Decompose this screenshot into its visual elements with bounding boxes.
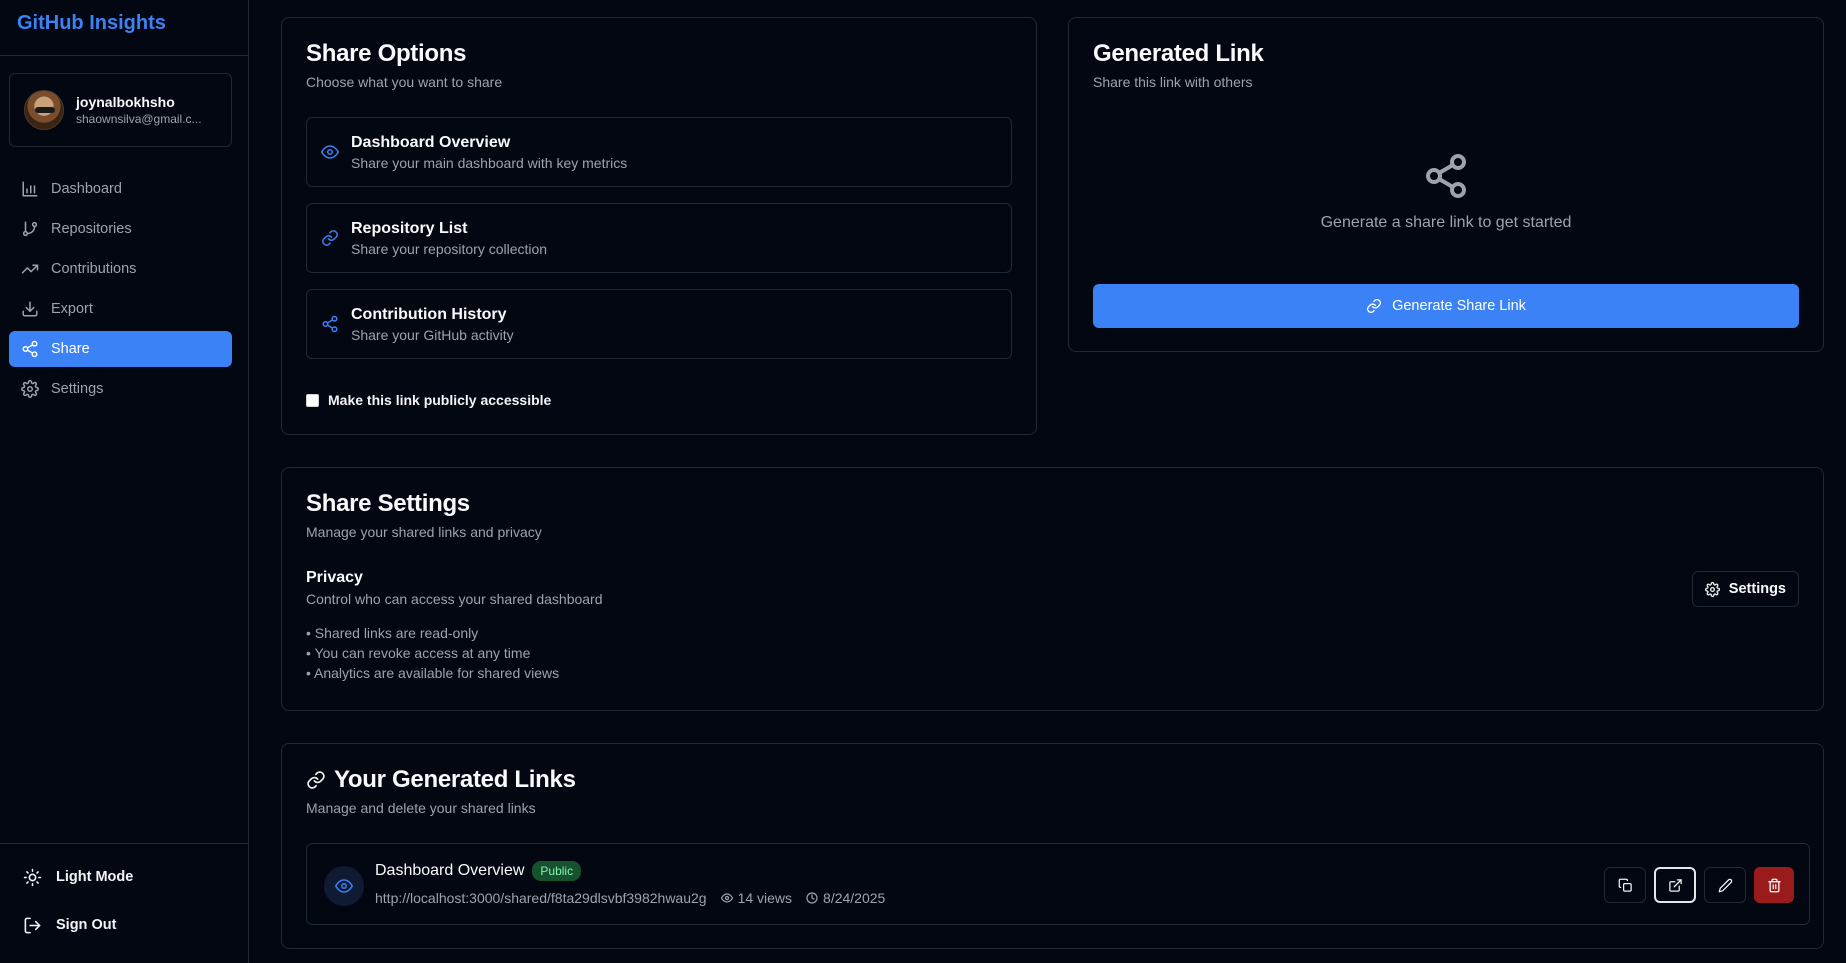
link-icon xyxy=(1367,299,1382,313)
option-title: Dashboard Overview xyxy=(351,133,511,151)
generated-link-title: Generated Link xyxy=(1093,40,1264,67)
created-date: 8/24/2025 xyxy=(806,890,885,906)
empty-state-text: Generate a share link to get started xyxy=(1320,214,1572,231)
sidebar-item-label: Share xyxy=(51,341,90,357)
generate-share-link-button[interactable]: Generate Share Link xyxy=(1093,284,1799,328)
sidebar-item-dashboard[interactable]: Dashboard xyxy=(9,171,232,207)
sun-icon xyxy=(23,868,42,886)
open-link-button[interactable] xyxy=(1654,867,1696,903)
option-desc: Share your GitHub activity xyxy=(351,326,514,343)
share-options-card: Share Options Choose what you want to sh… xyxy=(281,17,1037,435)
option-title: Repository List xyxy=(351,219,468,237)
app-title[interactable]: GitHub Insights xyxy=(0,0,248,56)
copy-link-button[interactable] xyxy=(1604,867,1646,903)
public-access-label: Make this link publicly accessible xyxy=(328,392,552,408)
clock-icon xyxy=(806,892,818,904)
share-option-dashboard-overview[interactable]: Dashboard Overview Share your main dashb… xyxy=(306,117,1012,187)
user-email: shaownsilva@gmail.c... xyxy=(76,112,202,126)
sign-out-label: Sign Out xyxy=(56,917,117,933)
generated-link-subtitle: Share this link with others xyxy=(1093,74,1253,90)
link-icon xyxy=(322,230,338,246)
eye-icon xyxy=(321,145,339,159)
status-badge: Public xyxy=(532,861,582,881)
share-settings-subtitle: Manage your shared links and privacy xyxy=(306,524,542,540)
sign-out-button[interactable]: Sign Out xyxy=(9,905,240,945)
generated-link-card: Generated Link Share this link with othe… xyxy=(1068,17,1824,352)
eye-icon xyxy=(335,879,353,893)
views-label: 14 views xyxy=(737,890,793,906)
edit-link-button[interactable] xyxy=(1704,867,1746,903)
views-count: 14 views xyxy=(720,890,793,906)
sidebar-item-repositories[interactable]: Repositories xyxy=(9,211,232,247)
trending-up-icon xyxy=(21,264,39,274)
avatar xyxy=(24,90,64,130)
sidebar-nav: Dashboard Repositories Contributions Exp… xyxy=(9,171,232,411)
generate-share-link-label: Generate Share Link xyxy=(1392,298,1526,314)
your-links-title: Your Generated Links xyxy=(334,766,576,793)
light-mode-label: Light Mode xyxy=(56,869,134,885)
sidebar-item-label: Settings xyxy=(51,381,104,397)
generated-link-empty-state: Generate a share link to get started xyxy=(1069,152,1823,232)
share-settings-title: Share Settings xyxy=(306,490,470,517)
sidebar-item-label: Repositories xyxy=(51,221,132,237)
copy-icon xyxy=(1618,878,1632,892)
sidebar-item-export[interactable]: Export xyxy=(9,291,232,327)
sidebar-bottom: Light Mode Sign Out xyxy=(0,843,249,963)
date-label: 8/24/2025 xyxy=(823,890,886,906)
share-options-subtitle: Choose what you want to share xyxy=(306,74,503,90)
settings-button-label: Settings xyxy=(1728,581,1786,597)
share-option-contribution-history[interactable]: Contribution History Share your GitHub a… xyxy=(306,289,1012,359)
link-type-icon xyxy=(324,866,364,906)
option-desc: Share your repository collection xyxy=(351,240,548,257)
git-branch-icon xyxy=(22,221,38,237)
link-title: Dashboard Overview xyxy=(375,862,525,879)
option-desc: Share your main dashboard with key metri… xyxy=(351,154,628,171)
share-icon xyxy=(22,340,38,358)
trash-icon xyxy=(1767,878,1781,892)
privacy-description: Control who can access your shared dashb… xyxy=(306,591,603,607)
privacy-title: Privacy xyxy=(306,569,363,586)
sidebar-item-share[interactable]: Share xyxy=(9,331,232,367)
share-icon xyxy=(1426,154,1466,198)
gear-icon xyxy=(1704,581,1720,597)
share-settings-card: Share Settings Manage your shared links … xyxy=(281,467,1824,711)
share-icon xyxy=(322,315,338,333)
your-links-card: Your Generated Links Manage and delete y… xyxy=(281,743,1824,949)
download-icon xyxy=(22,301,38,317)
user-card[interactable]: joynalbokhsho shaownsilva@gmail.c... xyxy=(9,73,232,147)
external-link-icon xyxy=(1668,878,1682,892)
sidebar-item-label: Export xyxy=(51,301,93,317)
pencil-icon xyxy=(1718,878,1732,892)
share-option-repository-list[interactable]: Repository List Share your repository co… xyxy=(306,203,1012,273)
public-access-checkbox[interactable] xyxy=(306,393,319,407)
gear-icon xyxy=(21,380,39,398)
link-actions xyxy=(1604,867,1794,903)
privacy-bullet: • You can revoke access at any time xyxy=(306,645,531,661)
log-out-icon xyxy=(24,917,41,933)
sidebar-item-label: Contributions xyxy=(51,261,137,277)
user-name: joynalbokhsho xyxy=(76,94,175,110)
link-url[interactable]: http://localhost:3000/shared/f8ta29dlsvb… xyxy=(375,890,707,906)
sidebar-item-settings[interactable]: Settings xyxy=(9,371,232,407)
privacy-bullets: • Shared links are read-only • You can r… xyxy=(306,623,603,683)
light-mode-button[interactable]: Light Mode xyxy=(9,857,240,897)
delete-link-button[interactable] xyxy=(1754,867,1794,903)
share-options-title: Share Options xyxy=(306,40,467,67)
sidebar: GitHub Insights joynalbokhsho shaownsilv… xyxy=(0,0,249,963)
link-icon xyxy=(307,771,325,789)
your-links-subtitle: Manage and delete your shared links xyxy=(306,800,536,816)
sidebar-item-label: Dashboard xyxy=(51,181,122,197)
list-item: Dashboard Overview Public http://localho… xyxy=(306,843,1810,925)
bar-chart-icon xyxy=(22,181,38,197)
sidebar-item-contributions[interactable]: Contributions xyxy=(9,251,232,287)
privacy-bullet: • Shared links are read-only xyxy=(306,625,479,641)
share-settings-button[interactable]: Settings xyxy=(1691,571,1799,607)
public-access-checkbox-row[interactable]: Make this link publicly accessible xyxy=(306,392,551,408)
option-title: Contribution History xyxy=(351,305,507,323)
eye-icon xyxy=(720,893,733,903)
privacy-bullet: • Analytics are available for shared vie… xyxy=(306,665,560,681)
